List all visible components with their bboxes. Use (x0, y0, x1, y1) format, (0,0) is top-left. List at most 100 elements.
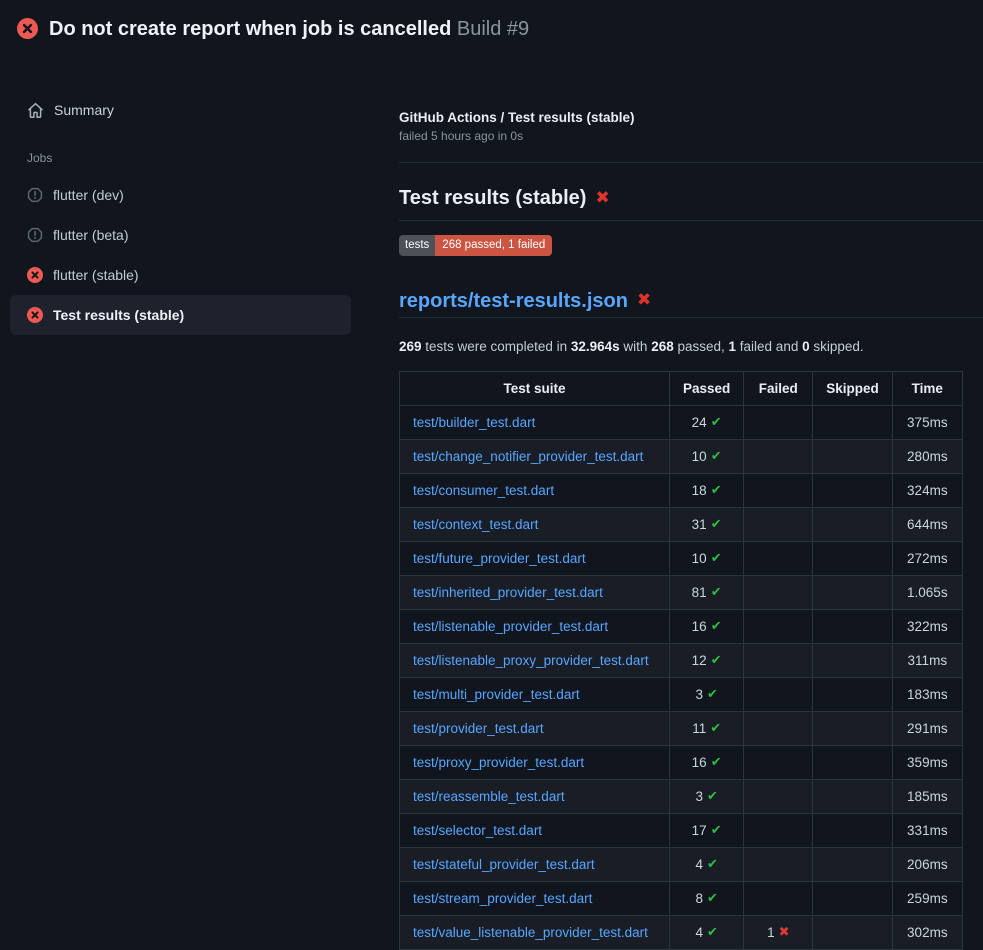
passed-cell: 12✔ (670, 643, 744, 677)
table-row: test/listenable_proxy_provider_test.dart… (400, 643, 963, 677)
time-cell: 375ms (892, 405, 962, 439)
test-suite-link[interactable]: test/listenable_provider_test.dart (413, 619, 608, 634)
build-title-text: Do not create report when job is cancell… (49, 18, 451, 40)
time-cell: 280ms (892, 439, 962, 473)
skipped-cell (813, 575, 893, 609)
time-cell: 324ms (892, 473, 962, 507)
pass-check-icon: ✔ (707, 688, 718, 701)
time-cell: 185ms (892, 779, 962, 813)
check-heading: Test results (stable) ✖ (399, 185, 983, 221)
failed-cell: 1✖ (744, 915, 813, 949)
skipped-cell (813, 745, 893, 779)
skipped-cell (813, 813, 893, 847)
badge-value: 268 passed, 1 failed (435, 235, 552, 256)
passed-cell: 18✔ (670, 473, 744, 507)
sidebar-job-item-flutter-beta-[interactable]: flutter (beta) (10, 215, 351, 255)
breadcrumb: GitHub Actions / Test results (stable) (399, 110, 983, 125)
test-suite-link[interactable]: test/multi_provider_test.dart (413, 687, 580, 702)
test-suite-link[interactable]: test/stream_provider_test.dart (413, 891, 592, 906)
passed-cell: 17✔ (670, 813, 744, 847)
failed-cell (744, 609, 813, 643)
failed-cell (744, 711, 813, 745)
build-header: Do not create report when job is cancell… (0, 0, 983, 56)
skipped-cell (813, 473, 893, 507)
skipped-cell (813, 507, 893, 541)
failed-cell (744, 881, 813, 915)
sidebar-job-item-test-results-stable-[interactable]: Test results (stable) (10, 295, 351, 335)
failed-cell (744, 745, 813, 779)
skipped-cell (813, 711, 893, 745)
failed-cross-icon: ✖ (637, 292, 651, 309)
passed-cell: 11✔ (670, 711, 744, 745)
table-row: test/listenable_provider_test.dart 16✔ 3… (400, 609, 963, 643)
fail-cross-icon: ✖ (779, 926, 790, 939)
col-header-failed: Failed (744, 371, 813, 405)
skipped-cell (813, 881, 893, 915)
test-suite-link[interactable]: test/inherited_provider_test.dart (413, 585, 603, 600)
table-row: test/reassemble_test.dart 3✔ 185ms (400, 779, 963, 813)
build-title: Do not create report when job is cancell… (49, 18, 529, 40)
test-suite-link[interactable]: test/provider_test.dart (413, 721, 544, 736)
failed-x-circle-icon (17, 18, 38, 39)
test-suite-link[interactable]: test/reassemble_test.dart (413, 789, 565, 804)
col-header-skipped: Skipped (813, 371, 893, 405)
failed-cell (744, 473, 813, 507)
sidebar-item-summary[interactable]: Summary (10, 101, 351, 119)
pass-check-icon: ✔ (711, 824, 722, 837)
time-cell: 302ms (892, 915, 962, 949)
failed-cell (744, 677, 813, 711)
sidebar-job-item-flutter-stable-[interactable]: flutter (stable) (10, 255, 351, 295)
skipped-cell (813, 677, 893, 711)
page-layout: Summary Jobs flutter (dev) flutter (beta… (0, 56, 983, 950)
report-file-link[interactable]: reports/test-results.json (399, 288, 628, 314)
test-suite-link[interactable]: test/listenable_proxy_provider_test.dart (413, 653, 649, 668)
pass-check-icon: ✔ (711, 552, 722, 565)
test-suite-link[interactable]: test/stateful_provider_test.dart (413, 857, 595, 872)
sidebar: Summary Jobs flutter (dev) flutter (beta… (0, 56, 383, 335)
test-suite-link[interactable]: test/proxy_provider_test.dart (413, 755, 584, 770)
summary-label: Summary (54, 102, 114, 118)
skipped-cell (813, 847, 893, 881)
table-header-row: Test suite Passed Failed Skipped Time (400, 371, 963, 405)
table-row: test/stream_provider_test.dart 8✔ 259ms (400, 881, 963, 915)
time-cell: 322ms (892, 609, 962, 643)
time-cell: 1.065s (892, 575, 962, 609)
skipped-cell (813, 643, 893, 677)
skipped-cell (813, 915, 893, 949)
table-row: test/builder_test.dart 24✔ 375ms (400, 405, 963, 439)
pass-check-icon: ✔ (710, 722, 721, 735)
pass-check-icon: ✔ (711, 620, 722, 633)
passed-cell: 4✔ (670, 915, 744, 949)
test-suite-link[interactable]: test/selector_test.dart (413, 823, 542, 838)
passed-cell: 3✔ (670, 779, 744, 813)
time-cell: 259ms (892, 881, 962, 915)
passed-cell: 10✔ (670, 439, 744, 473)
time-cell: 311ms (892, 643, 962, 677)
test-suite-link[interactable]: test/future_provider_test.dart (413, 551, 586, 566)
tests-summary-line: 269 tests were completed in 32.964s with… (399, 339, 983, 354)
time-cell: 644ms (892, 507, 962, 541)
jobs-section-label: Jobs (10, 151, 351, 165)
time-cell: 206ms (892, 847, 962, 881)
failed-cell (744, 643, 813, 677)
failed-cell (744, 541, 813, 575)
test-suite-link[interactable]: test/builder_test.dart (413, 415, 535, 430)
test-suite-link[interactable]: test/change_notifier_provider_test.dart (413, 449, 643, 464)
failed-cell (744, 847, 813, 881)
failed-cell (744, 813, 813, 847)
pass-check-icon: ✔ (711, 484, 722, 497)
failed-cell (744, 405, 813, 439)
test-suite-link[interactable]: test/context_test.dart (413, 517, 538, 532)
pass-check-icon: ✔ (711, 416, 722, 429)
jobs-list: flutter (dev) flutter (beta) flutter (st… (10, 175, 351, 335)
table-row: test/context_test.dart 31✔ 644ms (400, 507, 963, 541)
passed-cell: 8✔ (670, 881, 744, 915)
job-label: Test results (stable) (53, 307, 184, 323)
test-suite-link[interactable]: test/consumer_test.dart (413, 483, 554, 498)
test-suite-link[interactable]: test/value_listenable_provider_test.dart (413, 925, 648, 940)
failed-cross-icon: ✖ (595, 190, 609, 207)
passed-cell: 31✔ (670, 507, 744, 541)
job-label: flutter (beta) (53, 227, 128, 243)
tests-status-badge: tests 268 passed, 1 failed (399, 235, 552, 256)
sidebar-job-item-flutter-dev-[interactable]: flutter (dev) (10, 175, 351, 215)
